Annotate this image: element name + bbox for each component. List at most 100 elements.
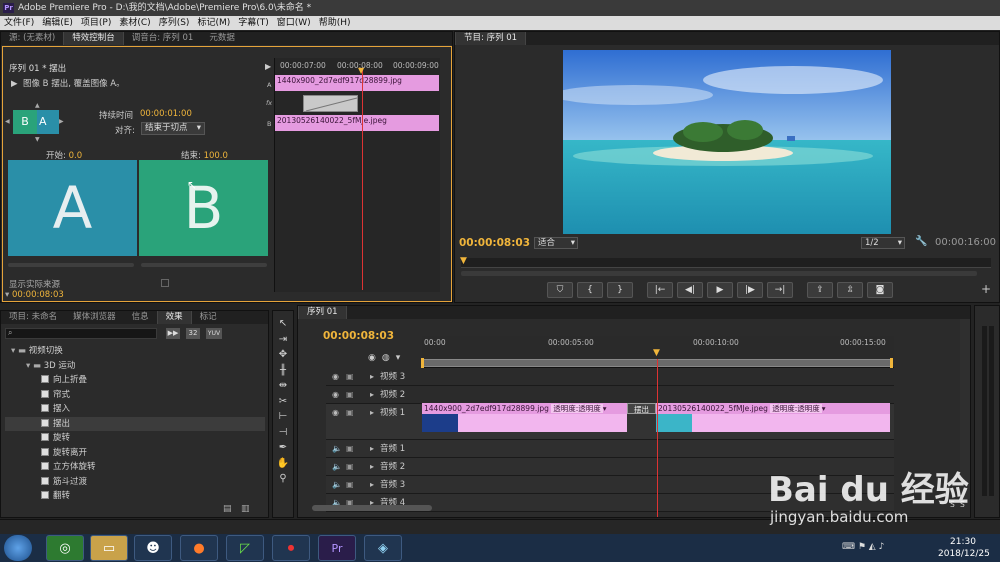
- rolling-edit-tool-icon[interactable]: ╫: [276, 364, 290, 378]
- tab-media-browser[interactable]: 媒体浏览器: [65, 311, 124, 324]
- clock-time[interactable]: 21:30: [950, 537, 976, 547]
- clip-1-body[interactable]: [422, 414, 627, 432]
- tree-item[interactable]: 摆出: [5, 416, 265, 431]
- tree-folder[interactable]: ▾ ▬ 3D 运动: [5, 359, 265, 374]
- clip-1-title[interactable]: 1440x900_2d7edf917d28899.jpg 透明度:透明度 ▾: [422, 403, 627, 414]
- razor-tool-icon[interactable]: ✂: [276, 395, 290, 409]
- clip-2-body[interactable]: [656, 414, 890, 432]
- duration-value[interactable]: 00:00:01:00: [140, 109, 192, 119]
- transition-block[interactable]: 摆出: [627, 403, 656, 414]
- tree-item[interactable]: 立方体旋转: [5, 460, 265, 475]
- add-button-icon[interactable]: +: [981, 282, 991, 296]
- thumb-arrow-left-icon[interactable]: ◀: [5, 118, 10, 125]
- play-button[interactable]: ▶: [707, 282, 733, 298]
- tab-markers[interactable]: 标记: [192, 311, 225, 324]
- tab-effects[interactable]: 效果: [156, 311, 192, 324]
- tree-item[interactable]: 筋斗过渡: [5, 475, 265, 490]
- work-area-start-handle[interactable]: [421, 358, 424, 368]
- program-zoom-bar[interactable]: [461, 271, 977, 276]
- eye-icon[interactable]: ◉: [332, 368, 339, 386]
- play-transition-icon[interactable]: ▶: [11, 79, 18, 89]
- new-folder-icon[interactable]: ▤: [223, 504, 232, 514]
- lock-icon[interactable]: ▣: [346, 368, 354, 386]
- program-scrubber[interactable]: [461, 258, 991, 268]
- fit-dropdown[interactable]: 适合 ▾: [534, 237, 578, 249]
- menu-item-3[interactable]: 素材(C): [119, 16, 150, 30]
- tree-item[interactable]: 翻转: [5, 489, 265, 504]
- taskbar-explorer-icon[interactable]: ▭: [90, 535, 128, 561]
- clip-1-fx[interactable]: 透明度:透明度: [551, 404, 603, 413]
- align-dropdown[interactable]: 结束于切点 ▾: [141, 122, 205, 135]
- expand-arrow-icon[interactable]: ▸: [370, 386, 374, 404]
- timeline-playhead-line[interactable]: [657, 359, 658, 517]
- expand-arrow-icon[interactable]: ▸: [370, 368, 374, 386]
- hand-tool-icon[interactable]: ✋: [276, 457, 290, 471]
- taskbar-premiere-icon[interactable]: Pr: [318, 535, 356, 561]
- menu-item-0[interactable]: 文件(F): [4, 16, 34, 30]
- lock-icon[interactable]: ▣: [346, 458, 354, 476]
- tree-item[interactable]: 帘式: [5, 388, 265, 403]
- add-marker-button[interactable]: ⛉: [547, 282, 573, 298]
- marker-icon[interactable]: ▾: [396, 353, 401, 363]
- track-header[interactable]: ◉ ▣ ▸ 视频 3: [326, 368, 894, 386]
- tree-item[interactable]: 旋转离开: [5, 446, 265, 461]
- tab-source[interactable]: 源: (无素材): [1, 32, 63, 45]
- wrench-icon[interactable]: 🔧: [915, 236, 927, 247]
- speaker-icon[interactable]: 🔈: [332, 458, 342, 476]
- speaker-icon[interactable]: 🔈: [332, 440, 342, 458]
- timeline-timecode[interactable]: 00:00:08:03: [323, 330, 394, 342]
- work-area-end-handle[interactable]: [890, 358, 893, 368]
- step-back-button[interactable]: ◀|: [677, 282, 703, 298]
- badge-yuv[interactable]: YUV: [206, 328, 222, 339]
- menu-item-5[interactable]: 标记(M): [197, 16, 230, 30]
- menu-item-2[interactable]: 项目(P): [81, 16, 111, 30]
- speaker-icon[interactable]: 🔈: [332, 476, 342, 494]
- lock-icon[interactable]: ▣: [346, 404, 354, 422]
- tab-sequence[interactable]: 序列 01: [298, 306, 347, 319]
- snap-icon[interactable]: ◉: [368, 353, 376, 363]
- thumb-arrow-down-icon[interactable]: ▼: [35, 136, 40, 143]
- menu-item-6[interactable]: 字幕(T): [238, 16, 269, 30]
- tree-folder[interactable]: ▾ ▬ 视频切换: [5, 344, 265, 359]
- go-to-out-button[interactable]: →|: [767, 282, 793, 298]
- taskbar-notes-icon[interactable]: ◈: [364, 535, 402, 561]
- mini-playhead[interactable]: [362, 68, 363, 290]
- tab-effect-controls[interactable]: 特效控制台: [63, 32, 124, 45]
- taskbar-record-icon[interactable]: ⏺: [272, 535, 310, 561]
- accelerated-effects-icon[interactable]: ▶▶: [166, 328, 180, 339]
- timeline-horizontal-scrollbar[interactable]: [312, 505, 432, 511]
- tree-item[interactable]: 旋转: [5, 431, 265, 446]
- end-slider[interactable]: [141, 263, 267, 267]
- tab-project[interactable]: 项目: 未命名: [1, 311, 65, 324]
- eye-icon[interactable]: ◉: [332, 386, 339, 404]
- menu-item-1[interactable]: 编辑(E): [42, 16, 73, 30]
- expand-arrow-icon[interactable]: ▸: [370, 476, 374, 494]
- mark-in-button[interactable]: {: [577, 282, 603, 298]
- show-actual-checkbox[interactable]: [161, 279, 169, 287]
- bottom-timecode[interactable]: 00:00:08:03: [12, 290, 64, 300]
- lift-button[interactable]: ⇪: [807, 282, 833, 298]
- tab-program[interactable]: 节目: 序列 01: [455, 32, 527, 45]
- thumb-arrow-right-icon[interactable]: ▶: [59, 118, 64, 125]
- effects-search-input[interactable]: ⌕: [5, 328, 157, 339]
- extract-button[interactable]: ⇫: [837, 282, 863, 298]
- program-playhead-icon[interactable]: ▼: [460, 256, 467, 266]
- pen-tool-icon[interactable]: ✒: [276, 441, 290, 455]
- badge-32[interactable]: 32: [186, 328, 200, 339]
- mark-out-button[interactable]: }: [607, 282, 633, 298]
- eye-icon[interactable]: ◉: [332, 404, 339, 422]
- go-to-in-button[interactable]: |←: [647, 282, 673, 298]
- play-arrow-icon[interactable]: ▶: [265, 62, 271, 71]
- track-select-tool-icon[interactable]: ⇥: [276, 333, 290, 347]
- selection-tool-icon[interactable]: ↖: [276, 317, 290, 331]
- start-slider[interactable]: [8, 263, 134, 267]
- taskbar-camtasia-icon[interactable]: ◸: [226, 535, 264, 561]
- taskbar-360-icon[interactable]: ◎: [46, 535, 84, 561]
- mini-playhead-marker-icon[interactable]: ▼: [358, 66, 364, 75]
- mini-clip-b[interactable]: 20130526140022_5fMJe.jpeg: [275, 115, 439, 131]
- tree-item[interactable]: 向上折叠: [5, 373, 265, 388]
- mini-clip-a[interactable]: 1440x900_2d7edf917d28899.jpg: [275, 75, 439, 91]
- clip-2-title[interactable]: 20130526140022_5fMJe.jpeg 透明度:透明度 ▾: [656, 403, 890, 414]
- thumb-arrow-up-icon[interactable]: ▲: [35, 102, 40, 109]
- resolution-dropdown[interactable]: 1/2 ▾: [861, 237, 905, 249]
